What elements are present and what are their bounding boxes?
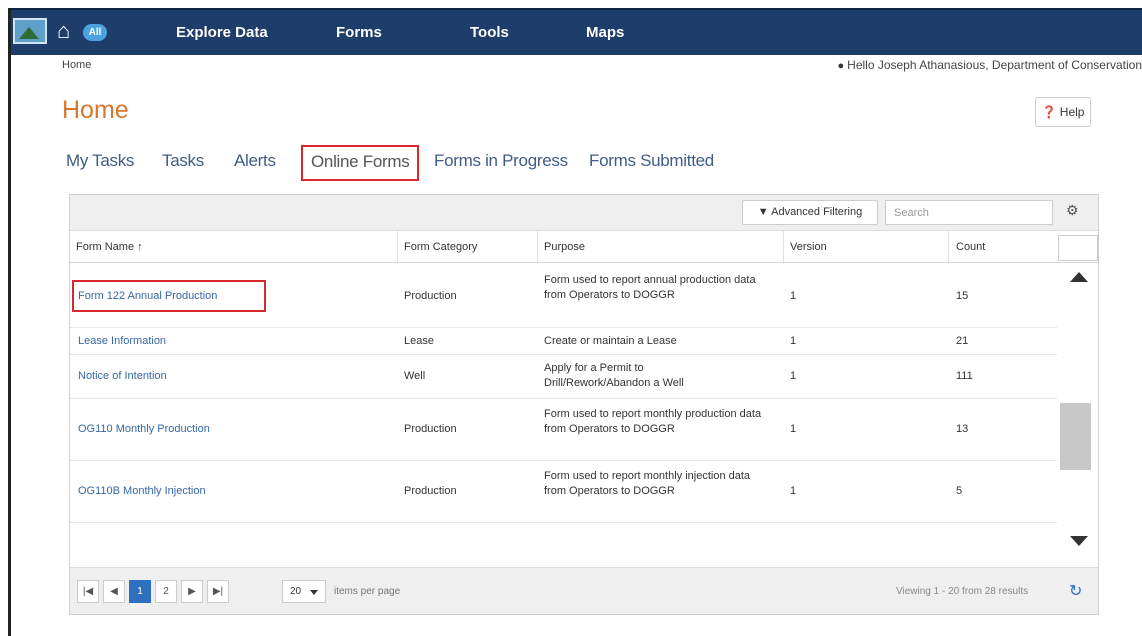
form-count: 111 <box>956 370 973 382</box>
form-purpose: Form used to report monthly injection da… <box>544 470 751 497</box>
advanced-filtering-label: Advanced Filtering <box>771 206 863 218</box>
form-category: Well <box>404 370 426 382</box>
home-icon[interactable]: ⌂ <box>57 20 70 42</box>
table-row-partial <box>70 523 1057 567</box>
form-count: 5 <box>956 485 963 497</box>
form-version: 1 <box>790 290 797 302</box>
form-purpose: Form used to report monthly production d… <box>544 408 762 435</box>
table-row[interactable]: OG110 Monthly Production Production Form… <box>70 399 1057 461</box>
form-name-link[interactable]: Form 122 Annual Production <box>78 289 217 304</box>
page-button[interactable]: 1 <box>129 580 151 603</box>
prev-page-icon[interactable]: ◀ <box>103 580 125 603</box>
form-category: Lease <box>404 335 434 347</box>
scroll-up-arrow-icon[interactable] <box>1070 272 1088 282</box>
user-greeting-text: Hello Joseph Athanasious, Department of … <box>847 58 1142 72</box>
chevron-down-icon <box>310 590 318 595</box>
page-size-value: 20 <box>290 586 302 597</box>
next-page-icon[interactable]: ▶ <box>181 580 203 603</box>
gear-icon[interactable]: ⚙ <box>1066 202 1079 219</box>
form-version: 1 <box>790 423 797 435</box>
table-row[interactable]: Form 122 Annual Production Production Fo… <box>70 264 1057 328</box>
column-menu-box[interactable] <box>1058 235 1098 261</box>
user-icon: ● <box>837 60 845 72</box>
page-size-select[interactable]: 20 <box>282 580 326 603</box>
tab-online-forms[interactable]: Online Forms <box>301 145 420 181</box>
form-version: 1 <box>790 370 797 382</box>
landscape-logo-icon[interactable] <box>13 18 47 44</box>
table-row[interactable]: Lease Information Lease Create or mainta… <box>70 328 1057 355</box>
form-version: 1 <box>790 335 797 347</box>
top-navbar: ⌂ All Explore Data Forms Tools Maps <box>11 8 1142 55</box>
tab-my-tasks[interactable]: My Tasks <box>66 151 134 171</box>
scroll-down-arrow-icon[interactable] <box>1070 536 1088 546</box>
nav-tools[interactable]: Tools <box>470 24 509 41</box>
form-version: 1 <box>790 485 797 497</box>
tab-alerts[interactable]: Alerts <box>234 151 276 171</box>
form-purpose: Apply for a Permit to Drill/Rework/Aband… <box>544 362 684 389</box>
column-header-form-category[interactable]: Form Category <box>404 241 477 253</box>
help-button[interactable]: ❓ Help <box>1035 97 1091 127</box>
help-label: Help <box>1059 105 1085 119</box>
form-category: Production <box>404 290 457 302</box>
forms-grid: ▼ Advanced Filtering ⚙ Form Name ↑ Form … <box>69 194 1099 615</box>
form-category: Production <box>404 423 457 435</box>
filter-icon: ▼ <box>757 206 769 218</box>
advanced-filtering-button[interactable]: ▼ Advanced Filtering <box>742 200 878 225</box>
tab-forms-submitted[interactable]: Forms Submitted <box>589 151 714 171</box>
results-info: Viewing 1 - 20 from 28 results <box>896 586 1029 597</box>
page-title: Home <box>62 96 129 124</box>
column-header-purpose[interactable]: Purpose <box>544 241 585 253</box>
refresh-icon[interactable]: ↻ <box>1069 581 1082 601</box>
app-window: ⌂ All Explore Data Forms Tools Maps Home… <box>8 8 1142 636</box>
pager: |◀ ◀ 1 2 ▶ ▶| 20 items per page Viewing … <box>70 567 1098 614</box>
column-header-count[interactable]: Count <box>956 241 985 253</box>
table-row[interactable]: OG110B Monthly Injection Production Form… <box>70 461 1057 523</box>
nav-explore-data[interactable]: Explore Data <box>176 24 268 41</box>
top-band <box>0 0 1142 8</box>
form-name-link[interactable]: Lease Information <box>78 334 166 349</box>
column-header-version[interactable]: Version <box>790 241 827 253</box>
tab-forms-in-progress[interactable]: Forms in Progress <box>434 151 568 171</box>
items-per-page-label: items per page <box>334 586 401 597</box>
form-name-link[interactable]: OG110 Monthly Production <box>78 422 210 437</box>
tab-bar: My Tasks Tasks Alerts Online Forms Forms… <box>62 145 1102 187</box>
notification-badge[interactable]: All <box>83 24 107 41</box>
form-count: 15 <box>956 290 969 302</box>
help-icon: ❓ <box>1041 105 1057 119</box>
tab-tasks[interactable]: Tasks <box>162 151 204 171</box>
form-category: Production <box>404 485 457 497</box>
form-name-link[interactable]: OG110B Monthly Injection <box>78 484 206 499</box>
nav-forms[interactable]: Forms <box>336 24 382 41</box>
first-page-icon[interactable]: |◀ <box>77 580 99 603</box>
last-page-icon[interactable]: ▶| <box>207 580 229 603</box>
form-name-link[interactable]: Notice of Intention <box>78 369 167 384</box>
column-header-form-name[interactable]: Form Name ↑ <box>76 241 143 253</box>
form-count: 21 <box>956 335 969 347</box>
form-count: 13 <box>956 423 969 435</box>
nav-maps[interactable]: Maps <box>586 24 624 41</box>
search-input[interactable] <box>885 200 1053 225</box>
grid-header: Form Name ↑ Form Category Purpose Versio… <box>70 231 1098 263</box>
page-button[interactable]: 2 <box>155 580 177 603</box>
scroll-thumb[interactable] <box>1060 403 1091 470</box>
table-row[interactable]: Notice of Intention Well Apply for a Per… <box>70 355 1057 399</box>
user-greeting[interactable]: ● Hello Joseph Athanasious, Department of… <box>838 58 1142 72</box>
form-purpose: Form used to report annual production da… <box>544 274 756 301</box>
vertical-scrollbar[interactable] <box>1058 264 1098 566</box>
form-purpose: Create or maintain a Lease <box>544 335 677 347</box>
grid-toolbar: ▼ Advanced Filtering ⚙ <box>70 195 1098 231</box>
breadcrumb[interactable]: Home <box>62 59 91 71</box>
